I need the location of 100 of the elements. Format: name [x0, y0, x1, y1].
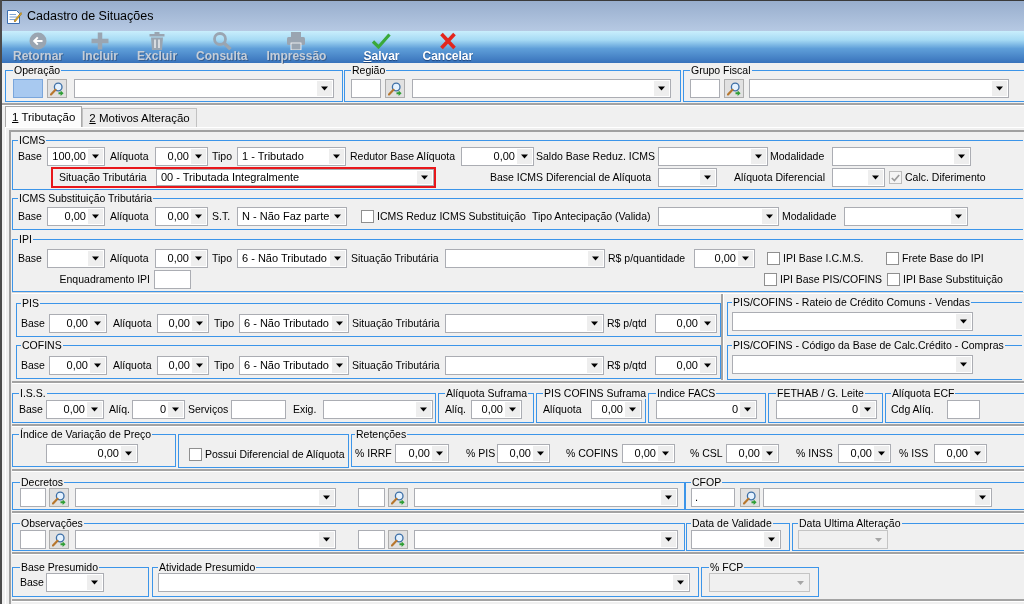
lookup-button[interactable]	[724, 79, 744, 98]
dropdown-field[interactable]	[691, 530, 781, 549]
dropdown-field[interactable]: 0,00	[47, 207, 105, 226]
dropdown-field[interactable]: 0,00	[49, 314, 107, 333]
dropdown-field[interactable]	[844, 207, 968, 226]
tab[interactable]: 2 Motivos Alteração	[82, 108, 197, 127]
code-field[interactable]	[351, 79, 381, 98]
checkbox[interactable]	[764, 273, 777, 286]
dropdown-field[interactable]: 0,00	[155, 207, 208, 226]
dropdown-field[interactable]: 6 - Não Tributado	[237, 249, 347, 268]
checkbox-label: Possui Diferencial de Alíquota	[205, 448, 345, 461]
checkbox-label: IPI Base PIS/COFINS	[780, 273, 883, 286]
dropdown-field[interactable]	[445, 249, 605, 268]
dropdown-field[interactable]: 00 - Tributada Integralmente	[156, 169, 434, 186]
dropdown-field[interactable]	[658, 168, 717, 187]
dropdown-field[interactable]	[749, 79, 1009, 98]
code-field[interactable]	[13, 79, 43, 98]
dropdown-field[interactable]: 0,00	[655, 314, 717, 333]
dropdown-field[interactable]: 0,00	[461, 147, 534, 166]
dropdown-field[interactable]	[158, 573, 690, 592]
search-icon	[388, 81, 402, 96]
dropdown-field[interactable]: 1 - Tributado	[237, 147, 346, 166]
dropdown-field[interactable]	[832, 147, 971, 166]
dropdown-field[interactable]: 0,00	[591, 400, 642, 419]
field-label: Redutor Base Alíquota	[350, 150, 456, 163]
field-label: Base	[18, 150, 42, 163]
dropdown-field[interactable]	[658, 207, 779, 226]
group-label: Alíquota Suframa	[445, 387, 529, 399]
code-field[interactable]	[20, 488, 46, 507]
dropdown-field[interactable]	[414, 488, 678, 507]
code-field[interactable]: .	[691, 488, 735, 507]
dropdown-field[interactable]: 0,00	[726, 444, 779, 463]
lookup-button[interactable]	[388, 530, 408, 549]
plus-icon	[90, 32, 110, 50]
dropdown-field[interactable]: 0	[776, 400, 877, 419]
dropdown-field[interactable]: 0,00	[157, 356, 209, 375]
dropdown-field[interactable]: 6 - Não Tributado	[239, 356, 349, 375]
code-field[interactable]	[358, 488, 385, 507]
dropdown-field[interactable]	[832, 168, 885, 187]
caret-down-icon	[954, 149, 969, 164]
text-field[interactable]	[154, 270, 191, 289]
tab[interactable]: 1 Tributação	[5, 106, 83, 127]
dropdown-field[interactable]	[412, 79, 671, 98]
dropdown-field[interactable]	[445, 314, 604, 333]
dropdown-field[interactable]: 0,00	[395, 444, 449, 463]
dropdown-field[interactable]: 0	[656, 400, 757, 419]
dropdown-field[interactable]: 0,00	[694, 249, 755, 268]
dropdown-field[interactable]	[763, 488, 992, 507]
caret-down-icon	[168, 402, 183, 417]
lookup-button[interactable]	[49, 488, 69, 507]
dropdown-field[interactable]: 0,00	[46, 444, 138, 463]
dropdown-field[interactable]	[46, 573, 104, 592]
dropdown-field[interactable]	[732, 355, 973, 374]
field-label: Base	[18, 210, 42, 223]
code-field[interactable]	[20, 530, 46, 549]
dropdown-field[interactable]: 0,00	[934, 444, 987, 463]
code-field[interactable]	[690, 79, 720, 98]
field-label: % IRRF	[355, 447, 392, 460]
dropdown-field[interactable]: 0,00	[49, 356, 107, 375]
dropdown-field[interactable]	[732, 312, 973, 331]
dropdown-field[interactable]: 100,00	[47, 147, 105, 166]
checkbox[interactable]	[189, 448, 202, 461]
dropdown-field[interactable]: 0,00	[622, 444, 675, 463]
dropdown-field[interactable]: 0,00	[46, 400, 104, 419]
caret-down-icon	[192, 316, 207, 331]
text-field[interactable]	[231, 400, 286, 419]
dropdown-field[interactable]	[414, 530, 678, 549]
dropdown-field[interactable]	[445, 356, 604, 375]
dropdown-field[interactable]	[75, 488, 336, 507]
dropdown-field[interactable]: 0,00	[655, 356, 717, 375]
dropdown-field[interactable]	[74, 79, 334, 98]
checkbox[interactable]	[887, 273, 900, 286]
toolbar-button[interactable]: Cancelar	[415, 31, 481, 63]
dropdown-field[interactable]: 0,00	[155, 249, 208, 268]
caret-down-icon	[317, 81, 332, 96]
lookup-button[interactable]	[47, 79, 67, 98]
search-icon	[727, 81, 741, 96]
lookup-button[interactable]	[385, 79, 405, 98]
lookup-button[interactable]	[49, 530, 69, 549]
dropdown-field[interactable]: 0,00	[155, 147, 208, 166]
dropdown-field[interactable]: 0,00	[838, 444, 891, 463]
checkbox[interactable]	[886, 252, 899, 265]
dropdown-field[interactable]	[658, 147, 768, 166]
checkbox[interactable]	[361, 210, 374, 223]
toolbar-button[interactable]: Salvar	[356, 31, 407, 63]
lookup-button[interactable]	[388, 488, 408, 507]
code-field[interactable]	[358, 530, 385, 549]
dropdown-field[interactable]: 0,00	[157, 314, 209, 333]
text-field[interactable]	[947, 400, 980, 419]
dropdown-field[interactable]: N - Não Faz parte	[237, 207, 347, 226]
dropdown-field[interactable]	[323, 400, 433, 419]
dropdown-field[interactable]: 6 - Não Tributado	[239, 314, 349, 333]
lookup-button[interactable]	[740, 488, 760, 507]
dropdown-field[interactable]: 0,00	[497, 444, 550, 463]
group-label: Operação	[13, 64, 62, 76]
dropdown-field[interactable]	[75, 530, 336, 549]
dropdown-field[interactable]: 0,00	[471, 400, 522, 419]
dropdown-field[interactable]	[47, 249, 105, 268]
dropdown-field[interactable]: 0	[132, 400, 185, 419]
checkbox[interactable]	[767, 252, 780, 265]
